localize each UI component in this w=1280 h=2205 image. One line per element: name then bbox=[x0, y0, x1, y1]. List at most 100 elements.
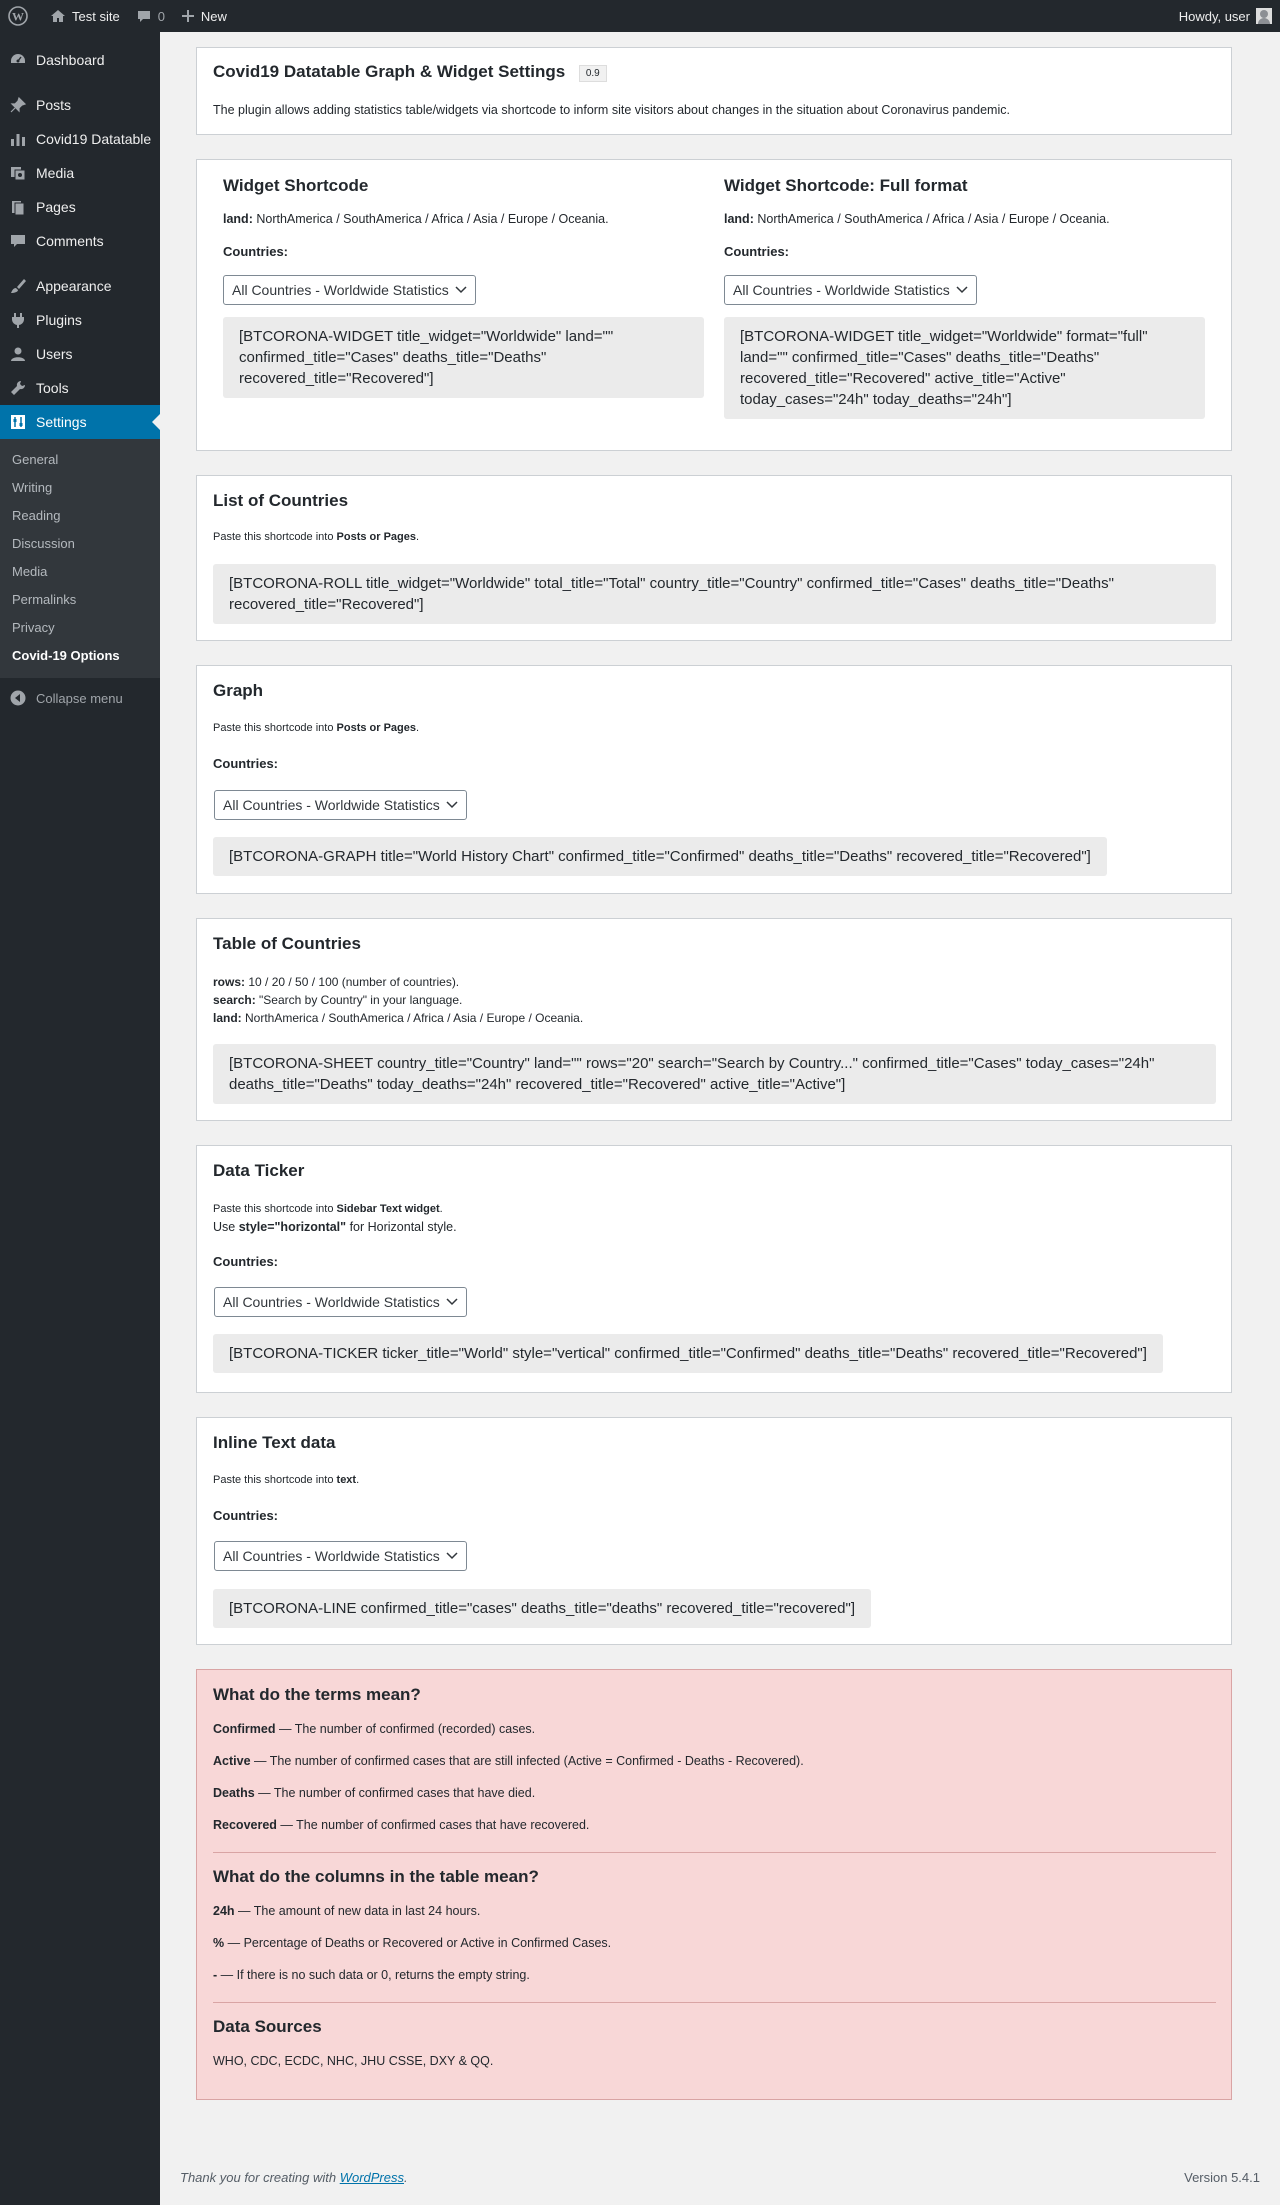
footer-thanks: Thank you for creating with WordPress. bbox=[180, 2170, 408, 2185]
menu-label: Media bbox=[36, 165, 75, 181]
submenu-discussion[interactable]: Discussion bbox=[0, 530, 160, 558]
rows-label: rows: bbox=[213, 975, 246, 989]
widget-full-shortcode[interactable]: [BTCORONA-WIDGET title_widget="Worldwide… bbox=[724, 317, 1205, 419]
widget-shortcode[interactable]: [BTCORONA-WIDGET title_widget="Worldwide… bbox=[223, 317, 704, 398]
submenu-reading[interactable]: Reading bbox=[0, 502, 160, 530]
menu-appearance[interactable]: Appearance bbox=[0, 269, 160, 303]
avatar bbox=[1256, 8, 1272, 24]
comments-count: 0 bbox=[157, 8, 165, 24]
menu-users[interactable]: Users bbox=[0, 337, 160, 371]
terms-title: What do the terms mean? bbox=[213, 1685, 421, 1704]
menu-posts[interactable]: Posts bbox=[0, 88, 160, 122]
term-name: % bbox=[213, 1936, 225, 1950]
land-note: land: NorthAmerica / SouthAmerica / Afri… bbox=[223, 210, 704, 228]
term-confirmed: Confirmed — The number of confirmed (rec… bbox=[213, 1720, 1216, 1738]
graph-paste-note: Paste this shortcode into Posts or Pages… bbox=[213, 722, 420, 734]
admin-sidebar: Dashboard Posts Covid19 Datatable Media … bbox=[0, 32, 160, 2205]
menu-comments[interactable]: Comments bbox=[0, 224, 160, 258]
widget-country-select[interactable]: All Countries - Worldwide Statistics bbox=[223, 275, 476, 305]
line-shortcode[interactable]: [BTCORONA-LINE confirmed_title="cases" d… bbox=[213, 1589, 871, 1628]
submenu-privacy[interactable]: Privacy bbox=[0, 614, 160, 642]
submenu-covid19-options[interactable]: Covid-19 Options bbox=[0, 642, 160, 670]
menu-media[interactable]: Media bbox=[0, 156, 160, 190]
submenu-media[interactable]: Media bbox=[0, 558, 160, 586]
graph-shortcode[interactable]: [BTCORONA-GRAPH title="World History Cha… bbox=[213, 837, 1107, 876]
land-note: land: NorthAmerica / SouthAmerica / Afri… bbox=[213, 1009, 583, 1027]
settings-icon bbox=[8, 412, 28, 432]
widget-box: Widget Shortcode land: NorthAmerica / So… bbox=[196, 159, 1232, 451]
sheet-params: rows: 10 / 20 / 50 / 100 (number of coun… bbox=[213, 973, 583, 1027]
site-name: Test site bbox=[72, 8, 120, 24]
line-country-select[interactable]: All Countries - Worldwide Statistics bbox=[214, 1541, 467, 1571]
columns-title: What do the columns in the table mean? bbox=[213, 1867, 539, 1886]
menu-dashboard[interactable]: Dashboard bbox=[0, 43, 160, 77]
menu-label: Comments bbox=[36, 233, 104, 249]
dashboard-icon bbox=[8, 50, 28, 70]
comments-link[interactable]: 0 bbox=[128, 0, 173, 32]
sheet-shortcode[interactable]: [BTCORONA-SHEET country_title="Country" … bbox=[213, 1044, 1216, 1104]
land-values: NorthAmerica / SouthAmerica / Africa / A… bbox=[256, 212, 609, 226]
widget-full-country-select[interactable]: All Countries - Worldwide Statistics bbox=[724, 275, 977, 305]
term-name: - bbox=[213, 1968, 218, 1982]
chevron-down-icon bbox=[455, 286, 467, 294]
land-label: land: bbox=[223, 212, 253, 226]
ticker-paste-note: Paste this shortcode into Sidebar Text w… bbox=[213, 1203, 443, 1215]
paste-target: Posts or Pages bbox=[336, 531, 417, 543]
new-label: New bbox=[200, 8, 227, 24]
land-values: NorthAmerica / SouthAmerica / Africa / A… bbox=[757, 212, 1110, 226]
menu-label: Pages bbox=[36, 199, 76, 215]
plus-icon bbox=[181, 10, 194, 22]
paste-target: text bbox=[336, 1474, 357, 1486]
home-icon bbox=[51, 10, 65, 22]
rows-text: 10 / 20 / 50 / 100 (number of countries)… bbox=[248, 975, 460, 989]
divider bbox=[213, 2002, 1216, 2003]
term-active: Active — The number of confirmed cases t… bbox=[213, 1752, 1216, 1770]
ticker-style-note: Use style="horizontal" for Horizontal st… bbox=[213, 1218, 457, 1236]
term-desc: — The number of confirmed cases that hav… bbox=[258, 1786, 536, 1800]
menu-settings[interactable]: Settings bbox=[0, 405, 160, 439]
term-desc: — The number of confirmed (recorded) cas… bbox=[278, 1722, 536, 1736]
plugin-description: The plugin allows adding statistics tabl… bbox=[213, 103, 1010, 117]
new-content-link[interactable]: New bbox=[173, 0, 235, 32]
roll-shortcode[interactable]: [BTCORONA-ROLL title_widget="Worldwide" … bbox=[213, 564, 1216, 624]
wordpress-logo-button[interactable]: W bbox=[0, 0, 42, 32]
paintbrush-icon bbox=[8, 276, 28, 296]
widget-title: Widget Shortcode bbox=[223, 176, 369, 195]
menu-tools[interactable]: Tools bbox=[0, 371, 160, 405]
site-name-link[interactable]: Test site bbox=[42, 0, 128, 32]
submenu-permalinks[interactable]: Permalinks bbox=[0, 586, 160, 614]
svg-text:W: W bbox=[12, 10, 24, 24]
menu-plugins[interactable]: Plugins bbox=[0, 303, 160, 337]
column-percent: % — Percentage of Deaths or Recovered or… bbox=[213, 1934, 1216, 1952]
divider bbox=[213, 1852, 1216, 1853]
submenu-writing[interactable]: Writing bbox=[0, 474, 160, 502]
wordpress-link[interactable]: WordPress bbox=[340, 2170, 404, 2185]
comment-icon bbox=[8, 231, 28, 251]
land-values: NorthAmerica / SouthAmerica / Africa / A… bbox=[245, 1011, 584, 1025]
ticker-country-select[interactable]: All Countries - Worldwide Statistics bbox=[214, 1287, 467, 1317]
countries-label: Countries: bbox=[213, 756, 278, 771]
ticker-shortcode[interactable]: [BTCORONA-TICKER ticker_title="World" st… bbox=[213, 1334, 1163, 1373]
select-value: All Countries - Worldwide Statistics bbox=[223, 1548, 440, 1564]
collapse-menu-button[interactable]: Collapse menu bbox=[0, 681, 160, 715]
graph-box: Graph Paste this shortcode into Posts or… bbox=[196, 665, 1232, 894]
term-name: 24h bbox=[213, 1904, 235, 1918]
plugin-icon bbox=[8, 310, 28, 330]
search-label: search: bbox=[213, 993, 256, 1007]
submenu-general[interactable]: General bbox=[0, 446, 160, 474]
paste-prefix: Paste this shortcode into bbox=[213, 531, 334, 543]
graph-country-select[interactable]: All Countries - Worldwide Statistics bbox=[214, 790, 467, 820]
menu-pages[interactable]: Pages bbox=[0, 190, 160, 224]
thanks-prefix: Thank you for creating with bbox=[180, 2170, 337, 2185]
thanks-suffix: . bbox=[404, 2170, 408, 2185]
menu-label: Plugins bbox=[36, 312, 82, 328]
settings-submenu: General Writing Reading Discussion Media… bbox=[0, 439, 160, 678]
sheet-title: Table of Countries bbox=[213, 934, 361, 953]
my-account-link[interactable]: Howdy, user bbox=[1179, 8, 1280, 24]
version-badge: 0.9 bbox=[578, 65, 607, 83]
menu-label: Settings bbox=[36, 414, 87, 430]
comment-icon bbox=[137, 11, 150, 22]
widget-full-title: Widget Shortcode: Full format bbox=[724, 176, 968, 195]
term-name: Confirmed bbox=[213, 1722, 276, 1736]
menu-covid19-datatable[interactable]: Covid19 Datatable bbox=[0, 122, 160, 156]
